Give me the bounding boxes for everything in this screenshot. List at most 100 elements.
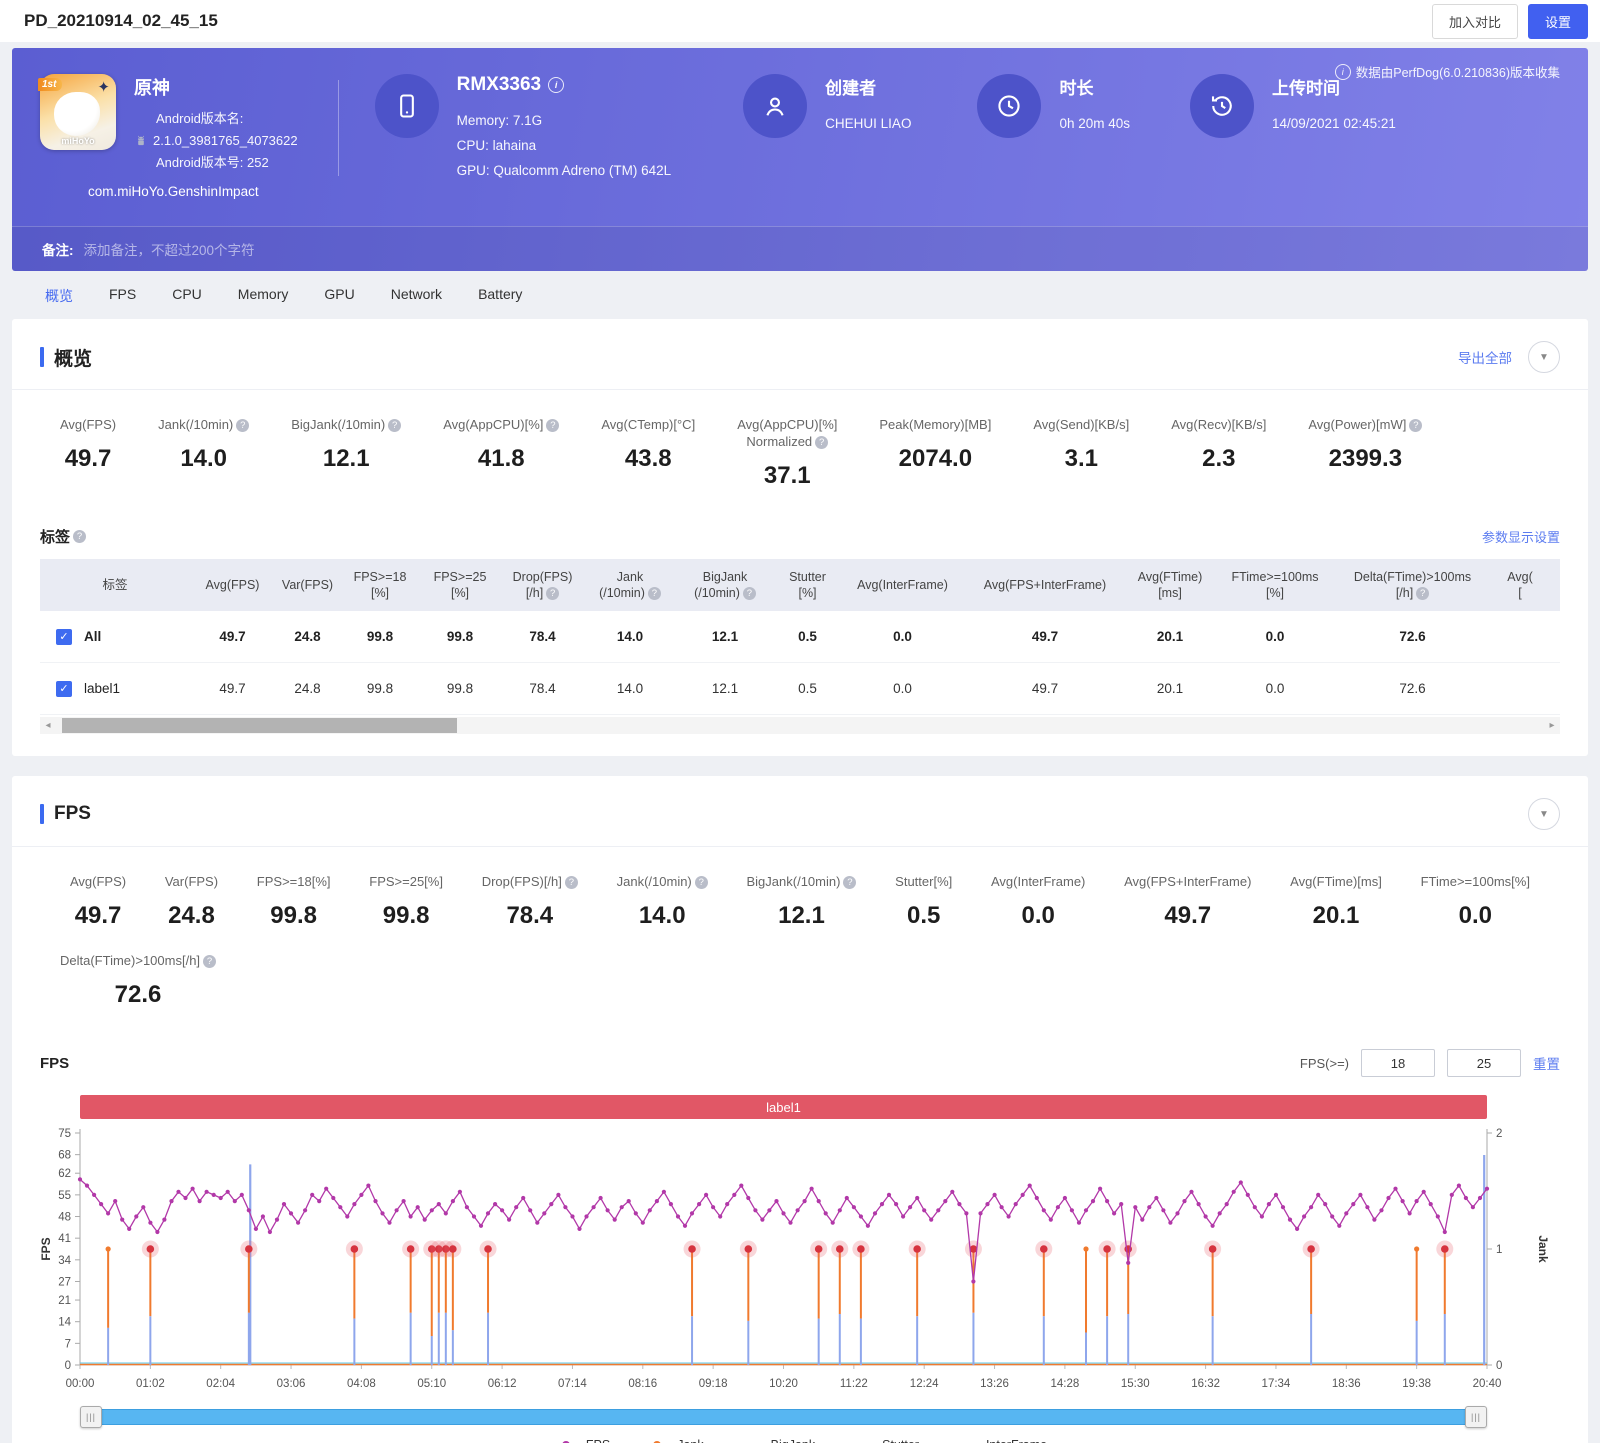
- help-icon[interactable]: [1409, 419, 1422, 432]
- row-label-cell: label1: [40, 681, 190, 697]
- help-icon[interactable]: [648, 587, 661, 600]
- legend-item-BigJank[interactable]: BigJank: [738, 1438, 815, 1443]
- fps-point: [472, 1214, 476, 1218]
- column-header: Jank(/10min): [585, 561, 675, 609]
- stat-value: 0.0: [1421, 902, 1530, 930]
- fps-point: [1112, 1211, 1116, 1215]
- jank-marker: [1414, 1246, 1419, 1251]
- fps-point: [683, 1224, 687, 1228]
- fps-point: [838, 1208, 842, 1212]
- stat: Avg(CTemp)[°C]43.8: [601, 416, 695, 490]
- legend-item-InterFrame[interactable]: InterFrame: [953, 1438, 1047, 1443]
- table-scrollbar[interactable]: ◂ ▸: [40, 717, 1560, 734]
- help-icon[interactable]: [546, 419, 559, 432]
- fps-point: [437, 1202, 441, 1206]
- device-info-icon[interactable]: [548, 77, 564, 93]
- column-header: Avg(FPS): [190, 569, 275, 601]
- stat-label: Avg(Recv)[KB/s]: [1171, 416, 1266, 433]
- fps-point: [964, 1211, 968, 1215]
- fps-point: [1253, 1205, 1257, 1209]
- fps-point: [767, 1208, 771, 1212]
- fps-point: [380, 1211, 384, 1215]
- fps-threshold-input-1[interactable]: [1361, 1049, 1435, 1077]
- slider-track[interactable]: [88, 1409, 1479, 1425]
- help-icon[interactable]: [203, 955, 216, 968]
- help-icon[interactable]: [565, 876, 578, 889]
- stat-label: FPS>=18[%]: [257, 873, 331, 890]
- fps-chart-area[interactable]: 071421273441485562687501200:0001:0202:04…: [40, 1123, 1560, 1402]
- fps-point: [169, 1199, 173, 1203]
- tab-GPU[interactable]: GPU: [324, 286, 354, 306]
- tab-概览[interactable]: 概览: [45, 286, 73, 306]
- bigjank-marker: [407, 1245, 415, 1253]
- help-icon[interactable]: [73, 530, 86, 543]
- help-icon[interactable]: [236, 419, 249, 432]
- settings-button[interactable]: 设置: [1528, 4, 1588, 39]
- x-tick-label: 01:02: [136, 1378, 165, 1390]
- fps-title: FPS: [40, 803, 91, 825]
- slider-handle-right[interactable]: [1465, 1406, 1487, 1428]
- tab-Network[interactable]: Network: [391, 286, 442, 306]
- param-display-settings-link[interactable]: 参数显示设置: [1482, 527, 1560, 546]
- fps-point: [1098, 1187, 1102, 1191]
- export-all-link[interactable]: 导出全部: [1458, 347, 1512, 367]
- legend-label: BigJank: [771, 1438, 815, 1443]
- scroll-left-icon[interactable]: ◂: [40, 717, 56, 734]
- stat-value: 0.5: [895, 902, 952, 930]
- help-icon[interactable]: [843, 876, 856, 889]
- tab-CPU[interactable]: CPU: [172, 286, 202, 306]
- fps-threshold-input-2[interactable]: [1447, 1049, 1521, 1077]
- stat-label: Stutter[%]: [895, 873, 952, 890]
- help-icon[interactable]: [815, 436, 828, 449]
- scroll-right-icon[interactable]: ▸: [1544, 717, 1560, 734]
- tab-FPS[interactable]: FPS: [109, 286, 136, 306]
- fps-point: [1386, 1196, 1390, 1200]
- tab-Memory[interactable]: Memory: [238, 286, 289, 306]
- help-icon[interactable]: [695, 876, 708, 889]
- stat-label: Avg(AppCPU)[%]Normalized: [737, 416, 837, 450]
- legend-item-Stutter[interactable]: Stutter: [849, 1438, 919, 1443]
- fps-point: [507, 1218, 511, 1222]
- x-tick-label: 11:22: [840, 1378, 868, 1390]
- help-icon[interactable]: [743, 587, 756, 600]
- column-header: Avg(FTime)[ms]: [1125, 561, 1215, 609]
- collapse-button[interactable]: [1528, 798, 1560, 830]
- y-tick-label: 62: [58, 1168, 71, 1180]
- tab-Battery[interactable]: Battery: [478, 286, 522, 306]
- help-icon[interactable]: [546, 587, 559, 600]
- fps-point: [1358, 1193, 1362, 1197]
- fps-point: [1077, 1221, 1081, 1225]
- fps-point: [1323, 1202, 1327, 1206]
- person-icon: [743, 74, 807, 138]
- legend-item-FPS[interactable]: FPS: [553, 1438, 610, 1443]
- table-row[interactable]: label149.724.899.899.878.414.012.10.50.0…: [40, 663, 1560, 715]
- row-checkbox[interactable]: [56, 681, 72, 697]
- jank-marker: [1083, 1246, 1088, 1251]
- fps-point: [1316, 1193, 1320, 1197]
- app-name: 原神: [134, 74, 298, 100]
- legend-item-Jank[interactable]: Jank: [644, 1438, 703, 1443]
- scrollbar-thumb[interactable]: [62, 718, 457, 733]
- bigjank-marker: [1040, 1245, 1048, 1253]
- legend-label: InterFrame: [986, 1438, 1047, 1443]
- stat: BigJank(/10min)12.1: [747, 873, 857, 930]
- help-icon[interactable]: [388, 419, 401, 432]
- fps-point: [739, 1184, 743, 1188]
- time-range-slider[interactable]: [80, 1406, 1487, 1426]
- fps-point: [1204, 1214, 1208, 1218]
- fps-point: [451, 1199, 455, 1203]
- slider-handle-left[interactable]: [80, 1406, 102, 1428]
- reset-link[interactable]: 重置: [1533, 1053, 1560, 1073]
- table-row[interactable]: All49.724.899.899.878.414.012.10.50.049.…: [40, 611, 1560, 663]
- fps-chart[interactable]: 071421273441485562687501200:0001:0202:04…: [40, 1123, 1560, 1397]
- note-bar[interactable]: 备注: 添加备注，不超过200个字符: [12, 226, 1588, 271]
- x-tick-label: 16:32: [1191, 1378, 1220, 1390]
- x-tick-label: 14:28: [1051, 1378, 1080, 1390]
- row-checkbox[interactable]: [56, 629, 72, 645]
- help-icon[interactable]: [1416, 587, 1429, 600]
- collapse-button[interactable]: [1528, 341, 1560, 373]
- fps-point: [901, 1214, 905, 1218]
- device-memory: Memory: 7.1G: [457, 108, 672, 133]
- stat-label: Avg(FPS): [60, 416, 116, 433]
- add-compare-button[interactable]: 加入对比: [1432, 4, 1518, 39]
